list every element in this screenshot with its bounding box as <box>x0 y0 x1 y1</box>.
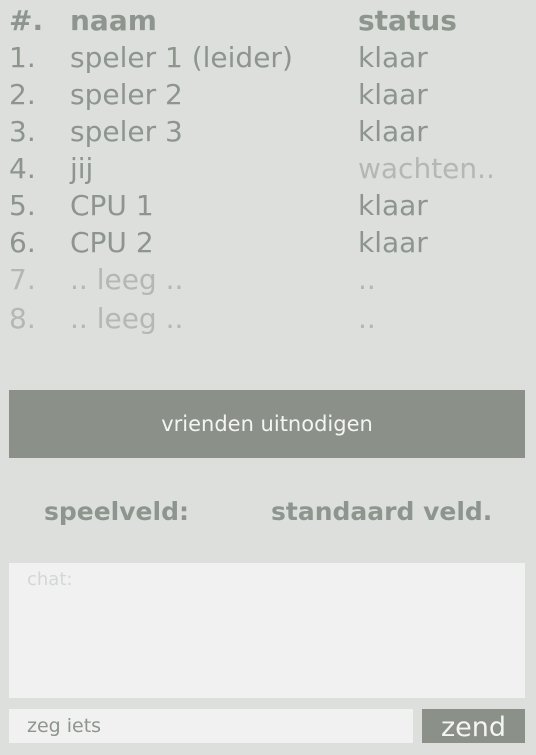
player-name: speler 3 <box>70 115 183 148</box>
playing-field-value[interactable]: standaard veld. <box>271 497 492 526</box>
player-row: 3. speler 3 klaar <box>0 113 536 150</box>
column-header-number: #. <box>9 4 44 37</box>
player-status: .. <box>358 302 376 335</box>
send-button[interactable]: zend <box>422 709 525 743</box>
player-number: 6. <box>9 226 36 259</box>
player-name: .. leeg .. <box>70 263 184 296</box>
chat-placeholder: chat: <box>27 569 73 590</box>
player-name: .. leeg .. <box>70 302 184 335</box>
player-number: 5. <box>9 189 36 222</box>
player-name: speler 1 (leider) <box>70 41 293 74</box>
player-row: 5. CPU 1 klaar <box>0 187 536 224</box>
player-status-waiting: wachten.. <box>358 152 495 185</box>
player-status: klaar <box>358 41 428 74</box>
player-status: klaar <box>358 78 428 111</box>
message-input[interactable] <box>9 709 413 743</box>
player-number: 2. <box>9 78 36 111</box>
column-header-status: status <box>358 4 457 37</box>
player-status: klaar <box>358 226 428 259</box>
player-list-header: #. naam status <box>0 2 536 39</box>
playing-field-label: speelveld: <box>44 497 189 526</box>
player-name: CPU 1 <box>70 189 154 222</box>
player-number: 7. <box>9 263 36 296</box>
player-row: 1. speler 1 (leider) klaar <box>0 39 536 76</box>
player-row: 2. speler 2 klaar <box>0 76 536 113</box>
player-name: speler 2 <box>70 78 183 111</box>
player-name: CPU 2 <box>70 226 154 259</box>
player-name: jij <box>70 152 94 185</box>
player-row-empty: 8. .. leeg .. .. <box>0 300 536 337</box>
player-status: klaar <box>358 189 428 222</box>
invite-friends-button[interactable]: vrienden uitnodigen <box>9 390 525 458</box>
player-row-empty: 7. .. leeg .. .. <box>0 261 536 298</box>
player-row-self: 4. jij wachten.. <box>0 150 536 187</box>
player-number: 3. <box>9 115 36 148</box>
player-number: 1. <box>9 41 36 74</box>
player-number: 8. <box>9 302 36 335</box>
player-row: 6. CPU 2 klaar <box>0 224 536 261</box>
chat-log[interactable]: chat: <box>9 563 525 698</box>
player-status: .. <box>358 263 376 296</box>
player-number: 4. <box>9 152 36 185</box>
player-status: klaar <box>358 115 428 148</box>
column-header-name: naam <box>70 4 157 37</box>
